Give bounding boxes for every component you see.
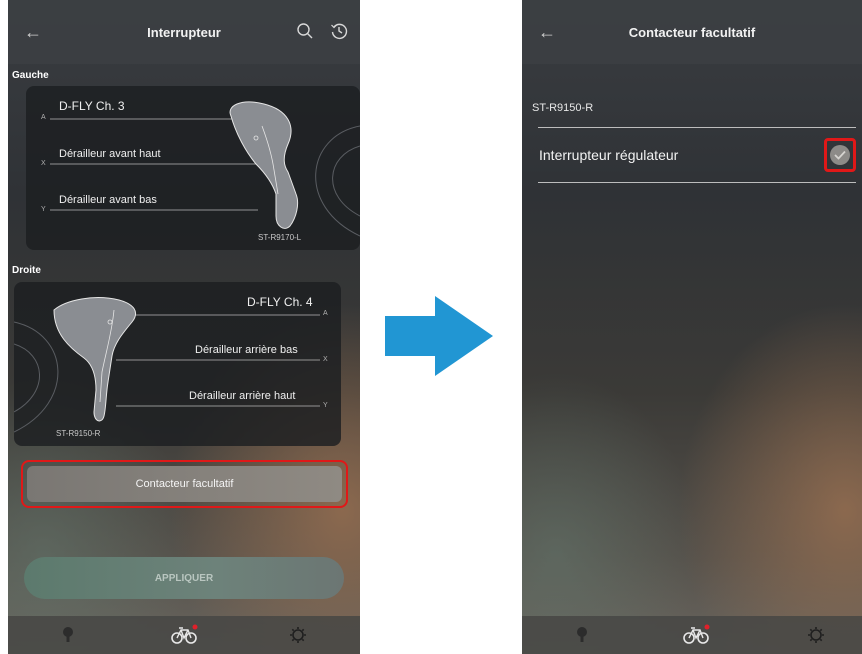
top-bar: ← Interrupteur [8, 0, 360, 64]
gear-icon[interactable] [286, 624, 310, 646]
search-icon[interactable] [296, 22, 314, 40]
section-label-left: Gauche [12, 70, 49, 81]
bicycle-icon[interactable] [682, 624, 710, 646]
bulb-icon[interactable] [570, 624, 594, 646]
pad-label-x: X [323, 356, 328, 363]
divider [538, 127, 856, 128]
contacteur-facultatif-screen: ← Contacteur facultatif ST-R9150-R Inter… [522, 0, 862, 654]
history-icon[interactable] [330, 22, 348, 40]
gear-icon[interactable] [804, 624, 828, 646]
optional-switch-button[interactable]: Contacteur facultatif [27, 466, 342, 502]
bicycle-icon[interactable] [170, 624, 198, 646]
pad-label-a: A [41, 114, 46, 121]
right-shifter-card[interactable]: A X Y D-FLY Ch. 4 Dérailleur arrière bas… [14, 282, 341, 446]
pad-label-x: X [41, 160, 46, 167]
function-a-label: D-FLY Ch. 3 [59, 99, 125, 113]
check-icon [830, 145, 850, 165]
shifter-model: ST-R9150-R [532, 102, 594, 114]
optional-switch-highlight: Contacteur facultatif [21, 460, 348, 508]
back-arrow-icon[interactable]: ← [538, 20, 562, 44]
function-x-label: Dérailleur avant haut [59, 148, 161, 160]
apply-button[interactable]: APPLIQUER [24, 557, 344, 599]
function-y-label: Dérailleur arrière haut [189, 390, 296, 402]
section-label-right: Droite [12, 265, 41, 276]
left-shifter-card[interactable]: A X Y D-FLY Ch. 3 Dérailleur avant haut … [26, 86, 360, 250]
function-x-label: Dérailleur arrière bas [195, 344, 298, 356]
divider [538, 182, 856, 183]
shifter-model: ST-R9150-R [56, 429, 101, 438]
back-arrow-icon[interactable]: ← [24, 20, 48, 44]
page-title: Contacteur facultatif [628, 24, 756, 40]
interrupteur-screen: ← Interrupteur Gauche A X Y D-FLY Ch. 3 … [8, 0, 360, 654]
function-y-label: Dérailleur avant bas [59, 194, 157, 206]
bulb-icon[interactable] [56, 624, 80, 646]
top-bar: ← Contacteur facultatif [522, 0, 862, 64]
bottom-tab-bar [8, 616, 360, 654]
shifter-model: ST-R9170-L [258, 233, 302, 242]
option-checkbox[interactable] [824, 138, 856, 172]
page-title: Interrupteur [147, 24, 221, 40]
function-a-label: D-FLY Ch. 4 [247, 295, 313, 309]
pad-label-a: A [323, 310, 328, 317]
option-label[interactable]: Interrupteur régulateur [539, 147, 678, 163]
pad-label-y: Y [323, 402, 328, 409]
bottom-tab-bar [522, 616, 862, 654]
arrow-right-icon [385, 296, 493, 376]
pad-label-y: Y [41, 206, 46, 213]
